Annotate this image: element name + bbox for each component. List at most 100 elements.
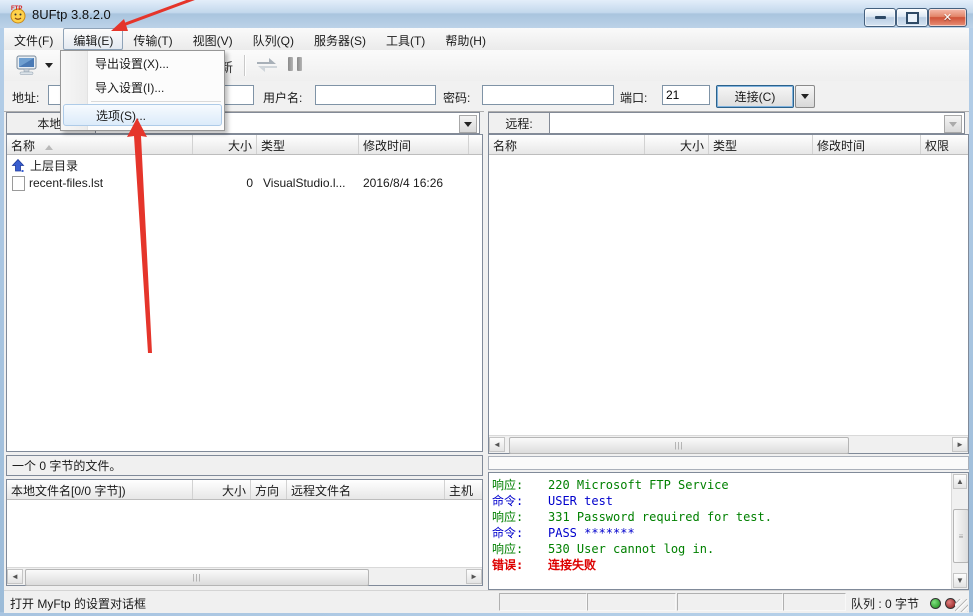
- transfer-arrows-icon[interactable]: [254, 56, 280, 74]
- menu-view[interactable]: 视图(V): [183, 28, 243, 50]
- remote-column-header: 名称 大小 类型 修改时间 权限: [489, 135, 968, 155]
- file-name: 上层目录: [30, 157, 78, 174]
- local-col-name[interactable]: 名称: [7, 135, 193, 154]
- minimize-button[interactable]: [864, 8, 896, 27]
- sort-ascending-icon: [45, 145, 53, 150]
- quick-connect-button[interactable]: [14, 53, 66, 78]
- remote-tab-label: 远程:: [505, 115, 532, 132]
- username-label: 用户名:: [263, 89, 302, 106]
- scrollbar-thumb[interactable]: |||: [509, 437, 849, 454]
- menu-edit[interactable]: 编辑(E): [63, 28, 123, 50]
- restore-button[interactable]: [896, 8, 928, 27]
- remote-col-size[interactable]: 大小: [645, 135, 709, 154]
- scroll-right-icon[interactable]: ►: [466, 569, 482, 584]
- local-path-dropdown-button[interactable]: [459, 115, 477, 133]
- local-status-text: 一个 0 字节的文件。: [12, 457, 121, 474]
- log-line: 响应:331 Password required for test.: [492, 508, 772, 525]
- status-cell: [677, 593, 783, 611]
- queue-col-direction[interactable]: 方向: [251, 480, 287, 499]
- remote-col-name[interactable]: 名称: [489, 135, 645, 154]
- toolbar-separator: [244, 55, 245, 76]
- chevron-down-icon: [949, 122, 957, 127]
- pause-icon[interactable]: [288, 57, 302, 71]
- log-vertical-scrollbar[interactable]: ▲ ≡ ▼: [951, 473, 968, 589]
- remote-path-dropdown-button: [944, 115, 962, 133]
- table-row-file[interactable]: recent-files.lst 0 VisualStudio.l... 201…: [7, 175, 482, 192]
- edit-menu-popup: 导出设置(X)... 导入设置(I)... 选项(S)...: [60, 50, 225, 131]
- queue-horizontal-scrollbar[interactable]: ◄ ||| ►: [7, 567, 482, 585]
- remote-path-combobox[interactable]: [548, 112, 965, 134]
- local-col-filler: [469, 135, 482, 154]
- menu-transfer[interactable]: 传输(T): [123, 28, 182, 50]
- queue-col-host[interactable]: 主机: [445, 480, 482, 499]
- menu-file[interactable]: 文件(F): [4, 28, 63, 50]
- transfer-queue-panel: 本地文件名[0/0 字节]) 大小 方向 远程文件名 主机 ◄ ||| ►: [6, 479, 483, 586]
- status-message: 打开 MyFtp 的设置对话框: [10, 595, 146, 612]
- chevron-down-icon: [801, 94, 809, 99]
- menu-bar: 文件(F) 编辑(E) 传输(T) 视图(V) 队列(Q) 服务器(S) 工具(…: [4, 28, 969, 50]
- window-border-right: [969, 28, 973, 616]
- close-button[interactable]: ✕: [928, 8, 967, 27]
- scroll-left-icon[interactable]: ◄: [489, 437, 505, 452]
- status-cell: [783, 593, 846, 611]
- log-line: 响应:220 Microsoft FTP Service: [492, 476, 729, 493]
- computer-icon: [14, 55, 40, 77]
- menu-separator: [91, 101, 221, 102]
- file-modified: 2016/8/4 16:26: [363, 176, 443, 190]
- remote-col-perms[interactable]: 权限: [921, 135, 968, 154]
- restore-icon: [906, 12, 919, 24]
- file-icon: [12, 176, 25, 191]
- menu-item-import-settings[interactable]: 导入设置(I)...: [61, 76, 224, 100]
- window-border-left: [0, 28, 4, 616]
- menu-tools[interactable]: 工具(T): [376, 28, 435, 50]
- connect-button[interactable]: 连接(C): [716, 85, 794, 108]
- table-row-parent-dir[interactable]: 上层目录: [7, 157, 78, 174]
- minimize-icon: [875, 16, 886, 19]
- port-label: 端口:: [620, 89, 647, 106]
- up-directory-icon: [11, 159, 25, 173]
- local-status-strip: 一个 0 字节的文件。: [6, 455, 483, 476]
- scroll-right-icon[interactable]: ►: [952, 437, 968, 452]
- file-size: 0: [193, 176, 253, 190]
- remote-status-strip: [488, 456, 969, 470]
- remote-tab[interactable]: 远程:: [488, 112, 550, 134]
- scrollbar-thumb[interactable]: ≡: [953, 509, 969, 563]
- local-col-size[interactable]: 大小: [193, 135, 257, 154]
- local-col-modified[interactable]: 修改时间: [359, 135, 469, 154]
- resize-grip[interactable]: [955, 599, 968, 612]
- password-label: 密码:: [443, 89, 470, 106]
- remote-col-modified[interactable]: 修改时间: [813, 135, 921, 154]
- scroll-left-icon[interactable]: ◄: [7, 569, 23, 584]
- queue-col-size[interactable]: 大小: [193, 480, 251, 499]
- chevron-down-icon[interactable]: [45, 63, 53, 68]
- menu-item-options[interactable]: 选项(S)...: [63, 104, 222, 126]
- remote-file-list: 名称 大小 类型 修改时间 权限 ◄ ||| ►: [488, 134, 969, 454]
- menu-queue[interactable]: 队列(Q): [243, 28, 304, 50]
- app-window: FTP 8UFtp 3.8.2.0 ✕ 文件(F) 编辑(E) 传输(T) 视图…: [0, 0, 973, 616]
- connect-dropdown-button[interactable]: [795, 85, 815, 108]
- scroll-down-icon[interactable]: ▼: [953, 573, 967, 588]
- scrollbar-thumb[interactable]: |||: [25, 569, 369, 586]
- menu-server[interactable]: 服务器(S): [304, 28, 376, 50]
- svg-text:FTP: FTP: [11, 6, 22, 12]
- app-ftp-smiley-icon: FTP: [8, 4, 28, 24]
- queue-col-remotename[interactable]: 远程文件名: [287, 480, 445, 499]
- local-file-list: 名称 大小 类型 修改时间 上层目录 recent-files.lst 0 Vi…: [6, 134, 483, 452]
- file-type: VisualStudio.l...: [263, 176, 346, 190]
- status-bar: 打开 MyFtp 的设置对话框 队列 : 0 字节: [4, 590, 969, 613]
- log-line: 命令:PASS *******: [492, 524, 635, 541]
- local-col-type[interactable]: 类型: [257, 135, 359, 154]
- scroll-up-icon[interactable]: ▲: [953, 474, 967, 489]
- remote-horizontal-scrollbar[interactable]: ◄ ||| ►: [489, 435, 968, 453]
- username-input[interactable]: [315, 85, 436, 105]
- log-line: 响应:530 User cannot log in.: [492, 540, 714, 557]
- menu-item-export-settings[interactable]: 导出设置(X)...: [61, 52, 224, 76]
- title-bar[interactable]: FTP 8UFtp 3.8.2.0 ✕: [0, 0, 973, 29]
- remote-col-type[interactable]: 类型: [709, 135, 813, 154]
- status-cell: [499, 593, 587, 611]
- menu-help[interactable]: 帮助(H): [435, 28, 496, 50]
- password-input[interactable]: [482, 85, 614, 105]
- port-input[interactable]: [662, 85, 710, 105]
- file-name: recent-files.lst: [29, 176, 103, 190]
- queue-col-localname[interactable]: 本地文件名[0/0 字节]): [7, 480, 193, 499]
